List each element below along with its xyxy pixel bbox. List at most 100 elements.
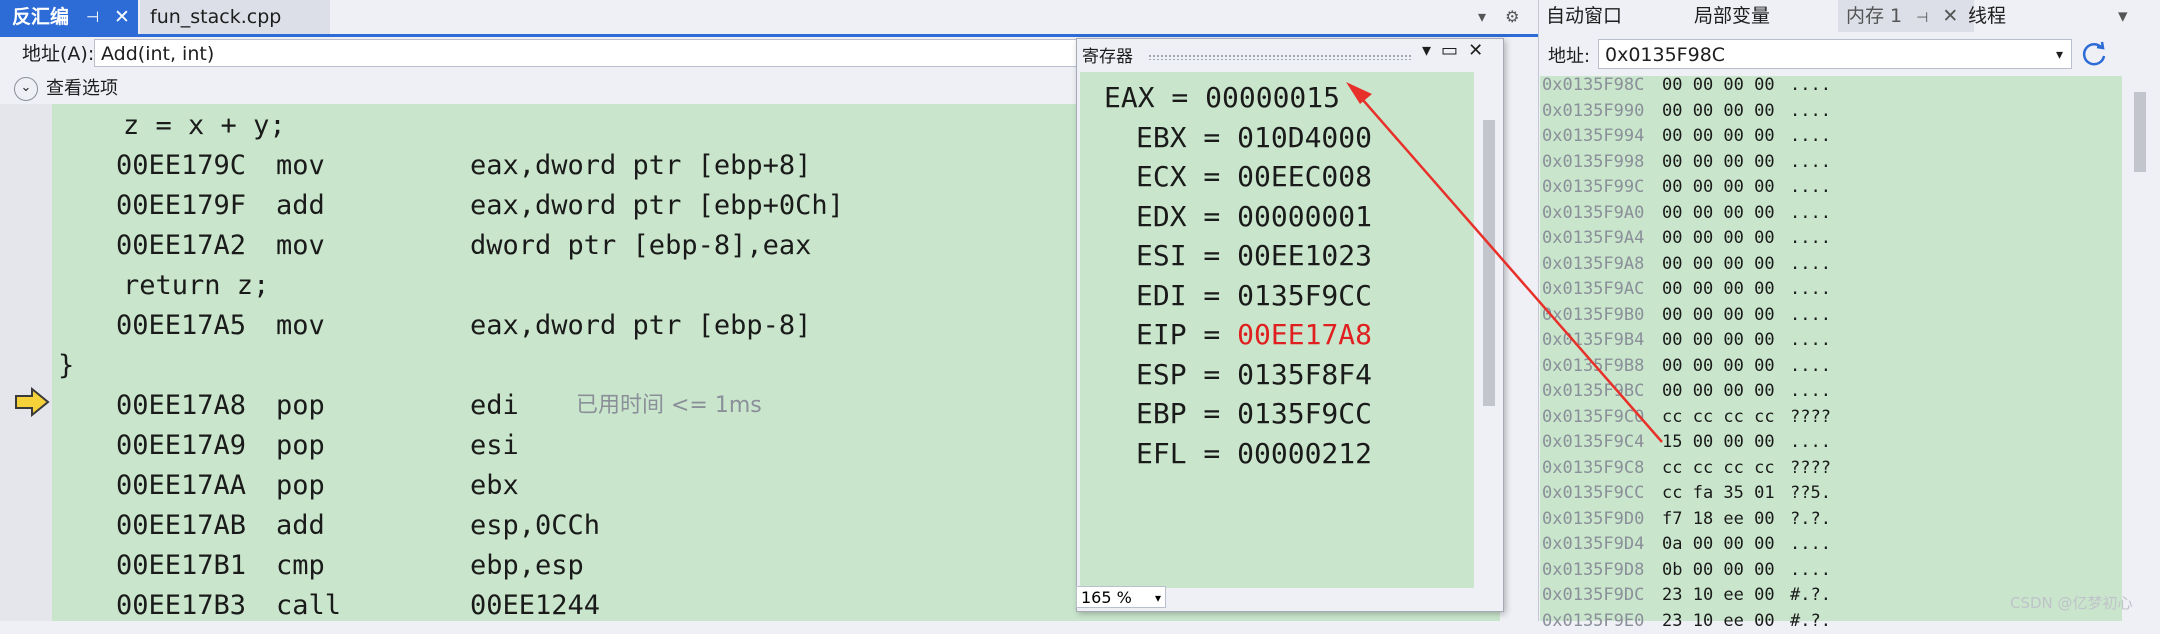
memory-row[interactable]: 0x0135F9D8 0b 00 00 00.... [1542,558,1831,583]
instruction-arg: eax,dword ptr [ebp+8] [470,150,812,181]
instruction-arg: dword ptr [ebp-8],eax [470,230,812,261]
dropdown-icon[interactable]: ▾ [2118,0,2128,32]
tab-disassembly[interactable]: 反汇编 ⊣ ✕ [0,0,138,34]
memory-chars: .... [1790,75,1831,95]
memory-row[interactable]: 0x0135F9B4 00 00 00 00.... [1542,328,1831,353]
register-row[interactable]: EBP = 0135F9CC [1136,394,1372,434]
dropdown-icon[interactable]: ▾ [1478,7,1486,26]
memory-bytes: 00 00 00 00 [1662,330,1775,350]
memory-bytes: f7 18 ee 00 [1662,508,1775,529]
memory-address: 0x0135F9BC [1542,381,1645,401]
memory-address-input[interactable]: 0x0135F98C ▾ [1598,39,2072,69]
gear-icon[interactable]: ⚙ [1505,7,1519,26]
memory-row[interactable]: 0x0135F9E0 23 10 ee 00 #.?. [1542,609,1831,634]
instruction-arg: eax,dword ptr [ebp-8] [470,310,812,341]
instruction-arg: eax,dword ptr [ebp+0Ch] [470,190,844,221]
instruction-arg: ebx [470,470,519,501]
tab-source-file-label: fun_stack.cpp [150,6,282,28]
address-label: 地址(A): [22,43,95,65]
maximize-icon[interactable]: ▭ [1441,40,1468,61]
memory-row[interactable]: 0x0135F9CC cc fa 35 01 ??5. [1542,481,1831,506]
memory-bytes: 00 00 00 00 [1662,202,1775,223]
zoom-select[interactable]: 165 % ▾ [1076,586,1166,608]
memory-row[interactable]: 0x0135F990 00 00 00 00.... [1542,99,1831,124]
memory-row[interactable]: 0x0135F9C4 15 00 00 00.... [1542,430,1831,455]
memory-row[interactable]: 0x0135F99C 00 00 00 00.... [1542,175,1831,200]
memory-row[interactable]: 0x0135F9B0 00 00 00 00.... [1542,303,1831,328]
instruction-op: mov [276,310,325,341]
chevron-down-icon: ⌄ [14,77,38,101]
instruction-arg: esp,0CCh [470,510,601,541]
drag-handle[interactable] [1148,54,1412,60]
register-text: EFL = 00000212 [1136,436,1373,470]
register-row[interactable]: EAX = 00000015 [1104,78,1340,118]
register-row[interactable]: EBX = 010D4000 [1136,118,1372,158]
tab-0[interactable]: 自动窗口 [1546,0,1622,32]
memory-row[interactable]: 0x0135F9A4 00 00 00 00.... [1542,226,1831,251]
instruction-arg: esi [470,430,519,461]
register-row[interactable]: EDX = 00000001 [1136,197,1372,237]
watermark: CSDN @亿梦初心 [2010,594,2133,612]
memory-row[interactable]: 0x0135F9BC 00 00 00 00.... [1542,379,1831,404]
memory-address: 0x0135F9C4 [1542,432,1645,452]
memory-row[interactable]: 0x0135F9A8 00 00 00 00.... [1542,252,1831,277]
memory-bytes: 00 00 00 00 [1662,126,1775,146]
memory-address: 0x0135F9B8 [1542,355,1645,376]
memory-row[interactable]: 0x0135F9DC 23 10 ee 00 #.?. [1542,583,1831,608]
instruction-addr: 00EE17AA [116,470,247,501]
view-options-toggle[interactable]: ⌄ 查看选项 [14,74,118,101]
disassembly-scrollbar[interactable] [1504,104,1530,621]
tab-2[interactable]: 内存 1 ⊣ ✕ [1838,0,1974,32]
memory-row[interactable]: 0x0135F9A0 00 00 00 00.... [1542,201,1831,226]
source-line[interactable]: } [58,346,74,386]
memory-row[interactable]: 0x0135F994 00 00 00 00.... [1542,124,1831,149]
chevron-down-icon[interactable]: ▾ [2056,40,2063,70]
memory-chars: .... [1790,100,1831,121]
source-line[interactable]: return z; [58,266,269,306]
register-row[interactable]: ESI = 00EE1023 [1136,236,1372,276]
memory-address: 0x0135F990 [1542,100,1645,121]
memory-row[interactable]: 0x0135F9C0 cc cc cc cc???? [1542,405,1831,430]
tab-source-file[interactable]: fun_stack.cpp [140,0,330,34]
pin-icon[interactable]: ⊣ [86,0,99,34]
pin-icon[interactable]: ⊣ [1916,10,1928,26]
memory-address: 0x0135F9D4 [1542,534,1645,554]
register-row[interactable]: ESP = 0135F8F4 [1136,355,1372,395]
memory-row[interactable]: 0x0135F9D0 f7 18 ee 00?.?. [1542,507,1831,532]
close-icon[interactable]: ✕ [1468,40,1493,61]
address-input[interactable]: Add(int, int) [94,39,1094,67]
memory-bytes: 0b 00 00 00 [1662,559,1775,580]
tab-1[interactable]: 局部变量 [1694,0,1770,32]
dropdown-icon[interactable]: ▾ [1422,40,1441,61]
close-icon[interactable]: ✕ [1942,5,1958,27]
source-line[interactable]: z = x + y; [58,106,286,146]
register-value-changed: 00EE17A8 [1237,318,1373,351]
register-row[interactable]: EFL = 00000212 [1136,434,1372,474]
memory-chars: ??5. [1790,483,1831,503]
memory-row[interactable]: 0x0135F98C 00 00 00 00.... [1542,73,1831,98]
register-row[interactable]: EDI = 0135F9CC [1136,276,1372,316]
instruction-arg: ebp,esp [470,550,584,581]
tab-3[interactable]: 线程 [1968,0,2006,32]
memory-row[interactable]: 0x0135F998 00 00 00 00.... [1542,150,1831,175]
memory-row[interactable]: 0x0135F9B8 00 00 00 00.... [1542,354,1831,379]
memory-row[interactable]: 0x0135F9C8 cc cc cc cc???? [1542,456,1831,481]
source-line-text: z = x + y; [58,110,286,141]
instruction-op: add [276,510,325,541]
memory-row[interactable]: 0x0135F9AC 00 00 00 00.... [1542,277,1831,302]
register-text: EAX = 00000015 [1104,81,1341,114]
instruction-op: pop [276,390,325,421]
memory-scroll-thumb[interactable] [2134,92,2146,172]
register-name: EIP = [1136,318,1238,351]
register-row[interactable]: ECX = 00EEC008 [1136,157,1372,197]
breakpoint-gutter[interactable] [0,104,52,621]
memory-row[interactable]: 0x0135F9D4 0a 00 00 00.... [1542,532,1831,557]
refresh-icon[interactable] [2080,40,2108,68]
close-icon[interactable]: ✕ [114,0,130,34]
memory-chars: .... [1790,253,1831,274]
elapsed-time-hint: 已用时间 <= 1ms [576,393,762,418]
register-row[interactable]: EIP = 00EE17A8 [1136,315,1372,355]
memory-bytes: 15 00 00 00 [1662,432,1775,452]
memory-address: 0x0135F9A0 [1542,202,1645,223]
registers-scroll-thumb[interactable] [1483,120,1495,406]
